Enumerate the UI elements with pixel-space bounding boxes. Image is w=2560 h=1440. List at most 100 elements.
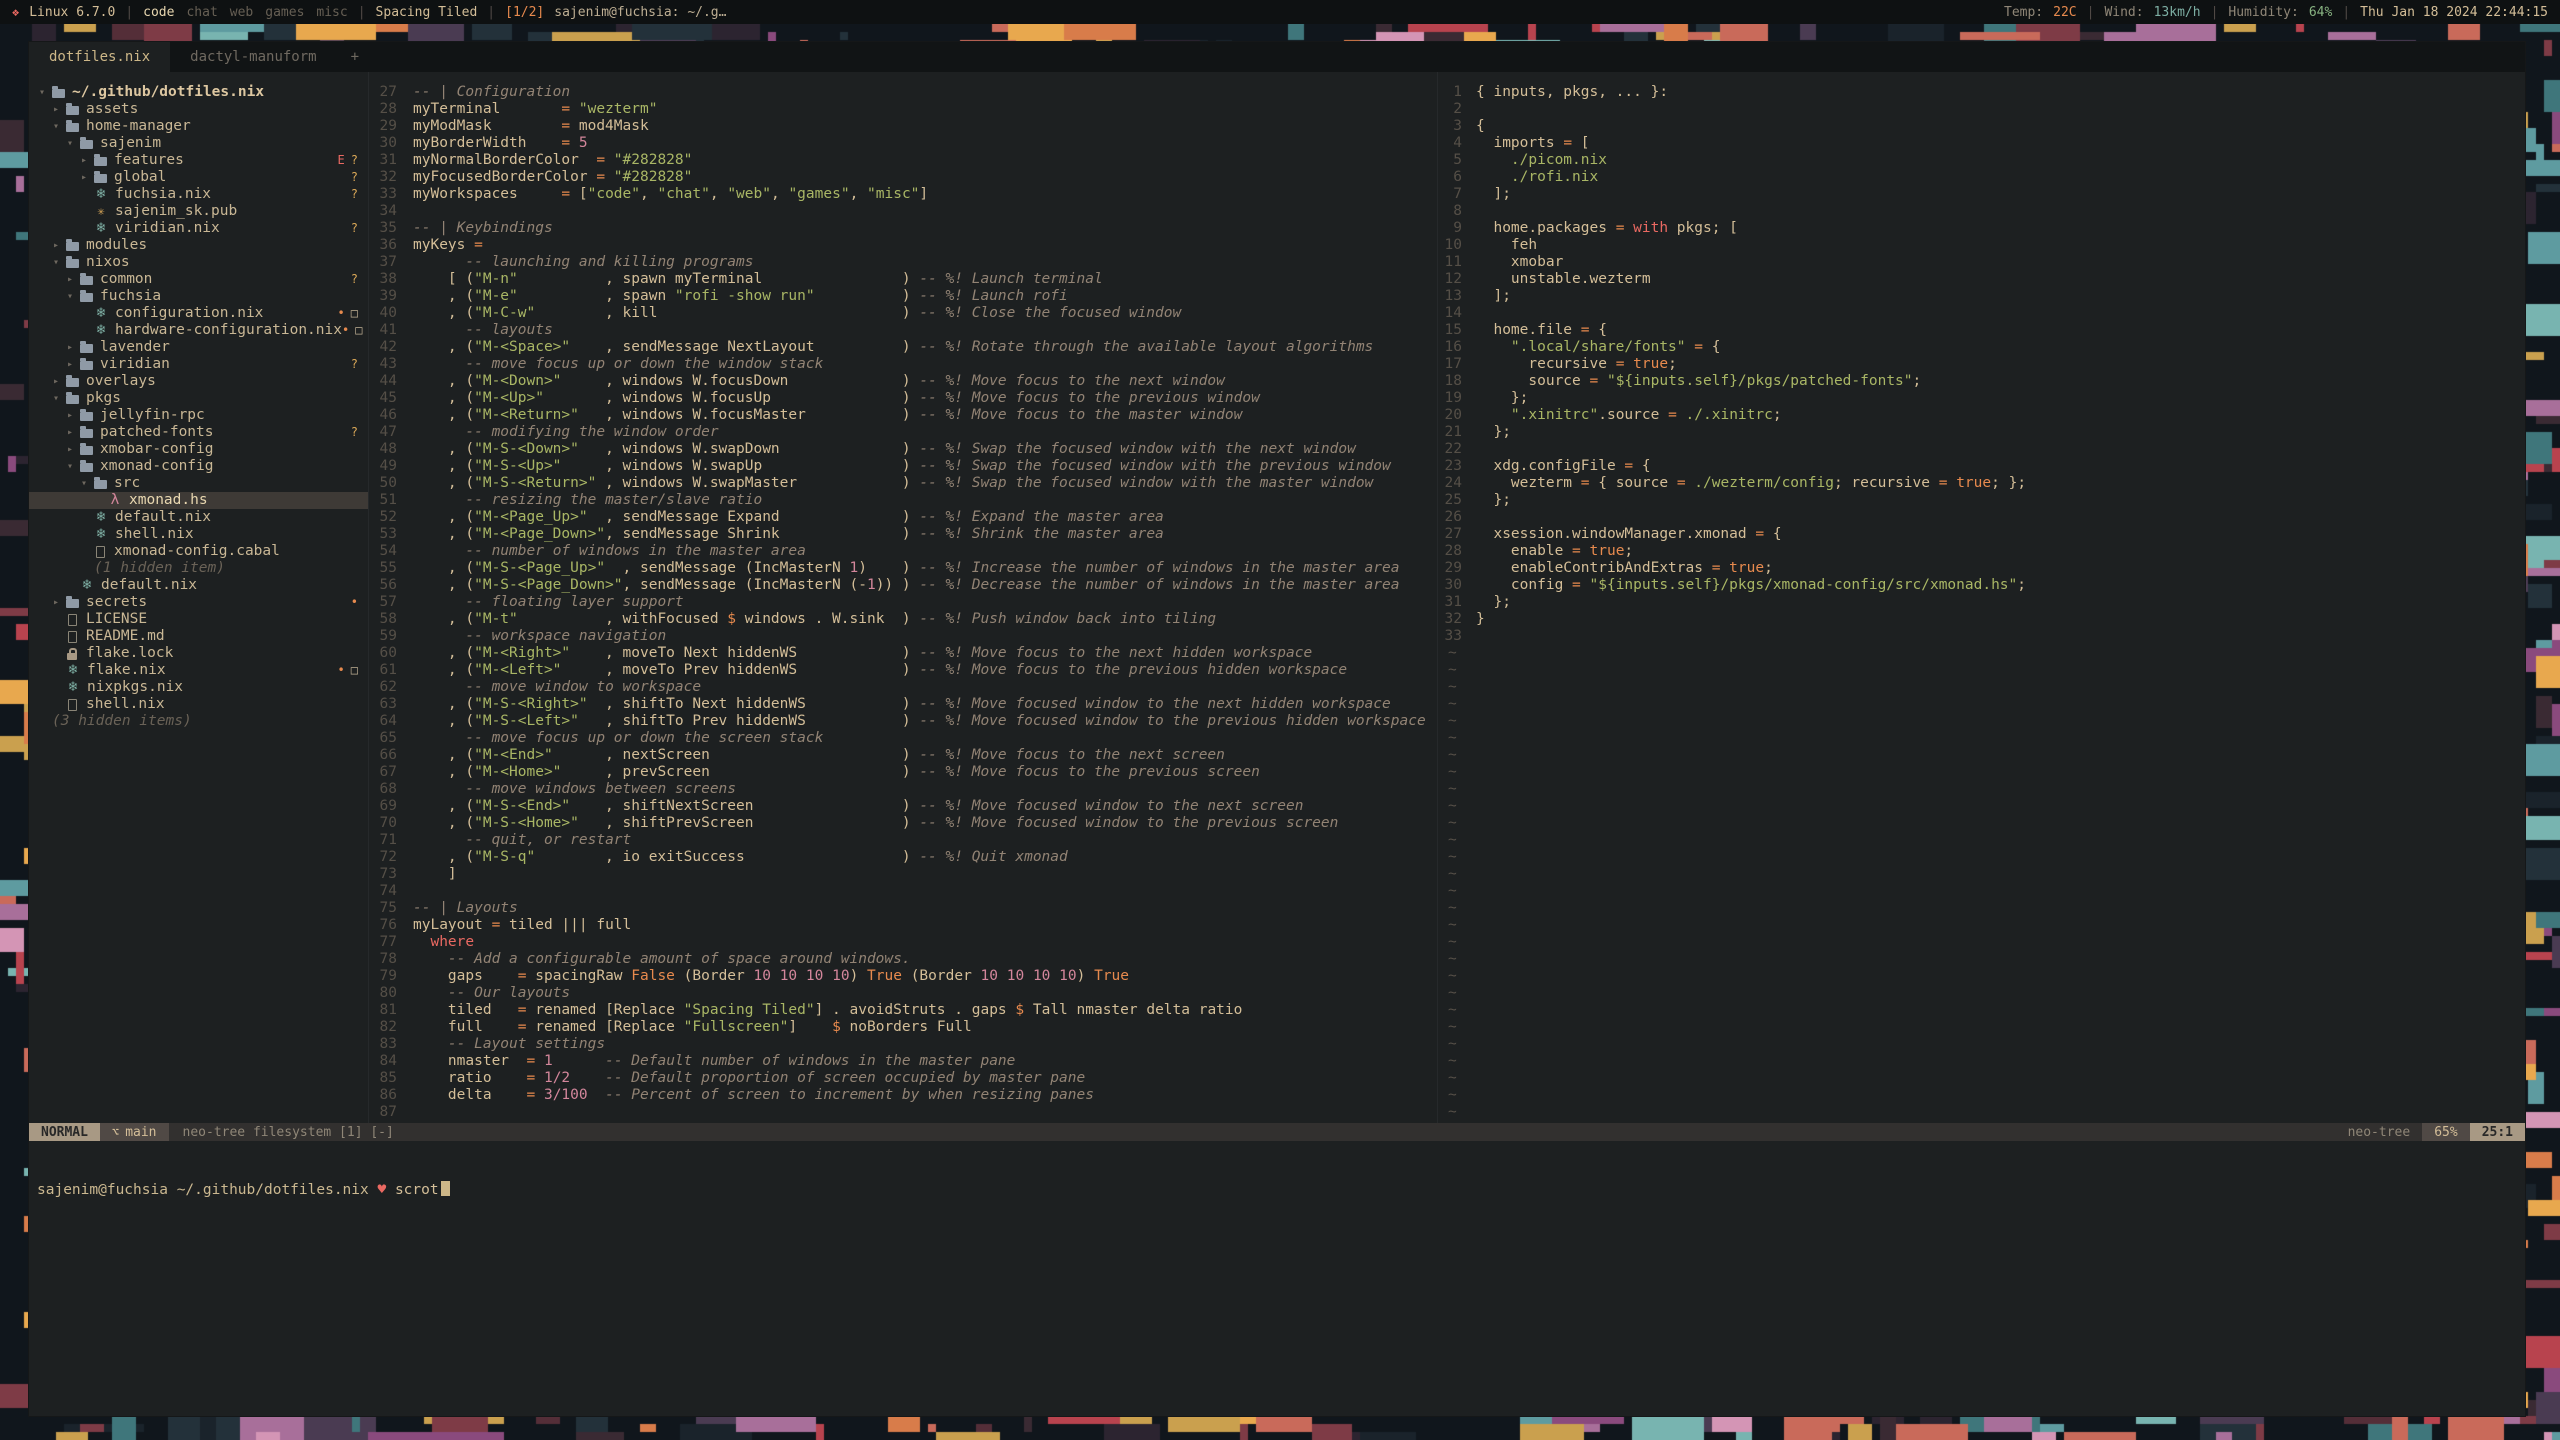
tree-item-flake.lock[interactable]: flake.lock [29,645,368,662]
wind-value: 13km/h [2154,5,2201,20]
folder-icon [94,174,107,183]
code-line: 28 enable = true; [1438,543,2525,560]
tree-item-secrets[interactable]: ▸secrets• [29,594,368,611]
code-text: , ("M-<Return>" , windows W.focusMaster … [413,407,1242,423]
code-text: }; [1476,424,1511,440]
code-text: gaps = spacingRaw False (Border 10 10 10… [413,968,1129,984]
nix-file-icon: ❄ [66,662,80,679]
code-line: 27-- | Configuration [369,84,1437,101]
code-text: home.packages = with pkgs; [ [1476,220,1738,236]
haskell-file-icon: λ [108,492,122,509]
tree-item-README.md[interactable]: README.md [29,628,368,645]
tree-item-xmobar-config[interactable]: ▸xmobar-config [29,441,368,458]
tree-item-viridian[interactable]: ▸viridian? [29,356,368,373]
tree-item-viridian.nix[interactable]: ❄viridian.nix? [29,220,368,237]
tree-item-hardware-configuration.nix[interactable]: ❄hardware-configuration.nix•□ [29,322,368,339]
nix-file-icon: ❄ [94,526,108,543]
filler-line: ~ [1438,866,2525,883]
tree-item--1-hidden-item-[interactable]: (1 hidden item) [29,560,368,577]
line-number: 26 [1438,509,1476,526]
line-number: 32 [369,169,413,186]
tab-dotfiles.nix[interactable]: dotfiles.nix [29,42,170,72]
code-text: , ("M-S-<Left>" , shiftTo Prev hiddenWS … [413,713,1426,729]
editor-buffer-xmonad-hs[interactable]: 27-- | Configuration28myTerminal = "wezt… [369,72,1437,1123]
line-number: 35 [369,220,413,237]
tree-item-pkgs[interactable]: ▾pkgs [29,390,368,407]
filler-line: ~ [1438,730,2525,747]
neotree-list: ▾~/.github/dotfiles.nix▸assets▾home-mana… [29,84,368,730]
tree-item-lavender[interactable]: ▸lavender [29,339,368,356]
tree-item-nixos[interactable]: ▾nixos [29,254,368,271]
tree-item-common[interactable]: ▸common? [29,271,368,288]
tree-item-label: patched-fonts [100,424,214,441]
tree-item-label: xmonad.hs [129,492,208,509]
neotree-panel[interactable]: ▾~/.github/dotfiles.nix▸assets▾home-mana… [29,72,369,1123]
editor-buffer-nix[interactable]: 1{ inputs, pkgs, ... }:23{4 imports = [5… [1437,72,2525,1123]
tree-item-global[interactable]: ▸global? [29,169,368,186]
code-text: , ("M-<Left>" , moveTo Prev hiddenWS ) -… [413,662,1347,678]
code-text: -- number of windows in the master area [413,543,806,559]
tree-item-xmonad-config.cabal[interactable]: xmonad-config.cabal [29,543,368,560]
tree-item-overlays[interactable]: ▸overlays [29,373,368,390]
tree-item-sajenim_sk.pub[interactable]: ✳sajenim_sk.pub [29,203,368,220]
line-number: 81 [369,1002,413,1019]
nix-file-icon: ❄ [94,220,108,237]
filler-line: ~ [1438,1087,2525,1104]
code-line: 21 }; [1438,424,2525,441]
code-line: 1{ inputs, pkgs, ... }: [1438,84,2525,101]
tree-item-src[interactable]: ▾src [29,475,368,492]
code-line: 37 -- launching and killing programs [369,254,1437,271]
tree-item-shell.nix[interactable]: shell.nix [29,696,368,713]
line-number: 82 [369,1019,413,1036]
tree-item-modules[interactable]: ▸modules [29,237,368,254]
workspace-code[interactable]: code [143,5,174,20]
tree-item-fuchsia[interactable]: ▾fuchsia [29,288,368,305]
code-text: ./picom.nix [1476,152,1607,168]
code-line: 44 , ("M-<Down>" , windows W.focusDown )… [369,373,1437,390]
tree-item-sajenim[interactable]: ▾sajenim [29,135,368,152]
tree-item-assets[interactable]: ▸assets [29,101,368,118]
tree-item-jellyfin-rpc[interactable]: ▸jellyfin-rpc [29,407,368,424]
line-number: 5 [1438,152,1476,169]
line-number: 42 [369,339,413,356]
terminal-scrollback[interactable]: sajenim@fuchsia ~/.github/dotfiles.nix ♥… [29,1141,2525,1416]
tree-item-LICENSE[interactable]: LICENSE [29,611,368,628]
tree-item-configuration.nix[interactable]: ❄configuration.nix•□ [29,305,368,322]
tree-item-features[interactable]: ▸featuresE? [29,152,368,169]
code-text: ".local/share/fonts" = { [1476,339,1720,355]
code-text: -- Layout settings [413,1036,605,1052]
tree-item-fuchsia.nix[interactable]: ❄fuchsia.nix? [29,186,368,203]
tree-item--3-hidden-items-[interactable]: (3 hidden items) [29,713,368,730]
line-number: 45 [369,390,413,407]
code-line: 53 , ("M-<Page_Down>", sendMessage Shrin… [369,526,1437,543]
workspace-web[interactable]: web [230,5,253,20]
folder-icon [80,446,93,455]
code-text: , ("M-<Down>" , windows W.focusDown ) --… [413,373,1225,389]
tree-item-default.nix[interactable]: ❄default.nix [29,509,368,526]
new-tab-button[interactable]: + [337,42,373,72]
line-number: 16 [1438,339,1476,356]
tree-item-shell.nix[interactable]: ❄shell.nix [29,526,368,543]
code-line: 45 , ("M-<Up>" , windows W.focusUp ) -- … [369,390,1437,407]
typed-command: scrot [395,1182,439,1198]
workspace-chat[interactable]: chat [186,5,217,20]
filler-line: ~ [1438,883,2525,900]
code-line: 52 , ("M-<Page_Up>" , sendMessage Expand… [369,509,1437,526]
tree-item-xmonad-config[interactable]: ▾xmonad-config [29,458,368,475]
tree-item-flake.nix[interactable]: ❄flake.nix•□ [29,662,368,679]
tree-item--.github-dotfiles.nix[interactable]: ▾~/.github/dotfiles.nix [29,84,368,101]
tree-item-default.nix[interactable]: ❄default.nix [29,577,368,594]
tree-item-label: fuchsia.nix [115,186,211,203]
line-number: 33 [369,186,413,203]
tree-item-xmonad.hs[interactable]: λ xmonad.hs [29,492,368,509]
workspace-games[interactable]: games [265,5,304,20]
chevron-icon: ▸ [67,424,80,441]
tree-item-patched-fonts[interactable]: ▸patched-fonts? [29,424,368,441]
filler-line: ~ [1438,832,2525,849]
code-text: myFocusedBorderColor = "#282828" [413,169,692,185]
tree-item-nixpkgs.nix[interactable]: ❄nixpkgs.nix [29,679,368,696]
tab-dactyl-manuform[interactable]: dactyl-manuform [170,42,336,72]
code-line: 65 -- move focus up or down the screen s… [369,730,1437,747]
workspace-misc[interactable]: misc [316,5,347,20]
tree-item-home-manager[interactable]: ▾home-manager [29,118,368,135]
